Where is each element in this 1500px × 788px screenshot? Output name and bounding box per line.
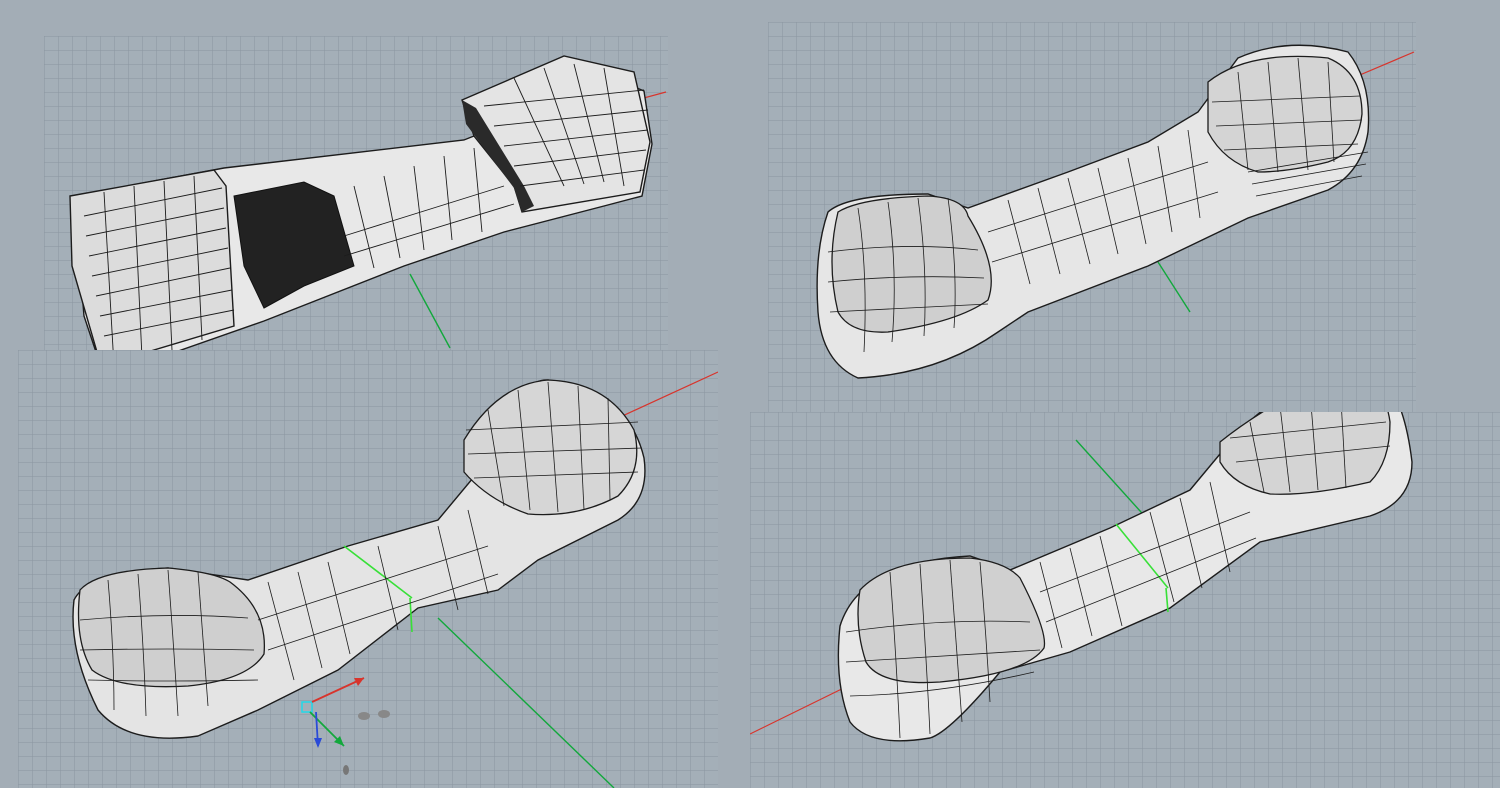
viewport-bottom-right[interactable] — [750, 412, 1500, 788]
handset-model-editing[interactable] — [18, 350, 718, 788]
y-axis-line — [437, 617, 615, 788]
handset-model-base[interactable] — [44, 36, 668, 356]
viewport-bottom-left[interactable] — [18, 350, 718, 788]
viewport-top-right[interactable] — [768, 22, 1416, 412]
y-axis-line — [1157, 261, 1191, 313]
earpiece-block — [69, 169, 235, 356]
mouthpiece-cushion — [1207, 55, 1363, 173]
scale-handle[interactable] — [343, 765, 349, 775]
y-axis-line — [409, 273, 451, 349]
rotation-handle[interactable] — [358, 712, 370, 720]
handset-model-final[interactable] — [750, 412, 1500, 788]
rotation-handle[interactable] — [378, 710, 390, 718]
y-axis-line — [1075, 439, 1151, 523]
gumball-handle-icon[interactable] — [301, 701, 313, 713]
mouthpiece-cushion — [463, 379, 638, 516]
x-axis-line — [617, 371, 718, 419]
gumball-manipulator[interactable] — [301, 677, 390, 775]
viewport-top-left[interactable] — [44, 36, 668, 356]
handset-model-rounded[interactable] — [768, 22, 1416, 412]
earpiece-cushion — [831, 195, 992, 333]
